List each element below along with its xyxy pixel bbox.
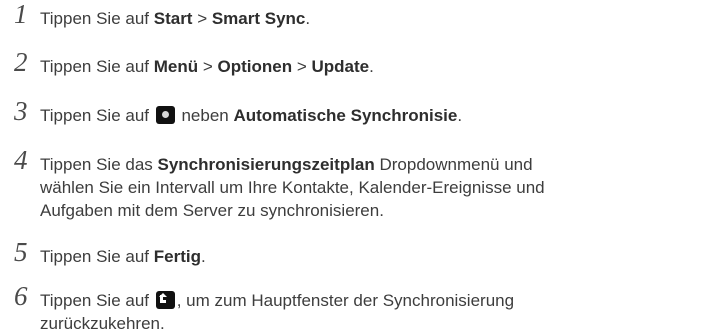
step-text: Tippen Sie auf neben Automatische Synchr…: [40, 106, 463, 125]
step-number: 4: [14, 145, 28, 175]
toggle-icon: [155, 106, 175, 124]
step-text: Tippen Sie auf Start > Smart Sync.: [40, 9, 311, 28]
menu-label: Menü: [153, 57, 199, 76]
start-menu-label: Start: [153, 9, 193, 28]
instruction-steps: 1 Tippen Sie auf Start > Smart Sync. 2 T…: [0, 0, 728, 334]
step-number: 2: [14, 47, 28, 77]
step-number: 1: [14, 0, 28, 29]
smart-sync-label: Smart Sync: [211, 9, 306, 28]
step-number: 3: [14, 96, 28, 126]
update-label: Update: [311, 57, 370, 76]
options-label: Optionen: [217, 57, 293, 76]
step-number: 6: [14, 281, 28, 311]
sync-schedule-label: Synchronisierungszeitplan: [157, 155, 375, 174]
step-text: Tippen Sie auf Menü > Optionen > Update.: [40, 57, 374, 76]
done-label: Fertig: [153, 247, 201, 266]
step-text: Tippen Sie das Synchronisierungszeitplan…: [40, 155, 545, 220]
auto-sync-label: Automatische Synchronisie: [233, 106, 458, 125]
step-number: 5: [14, 237, 28, 267]
back-icon: [155, 291, 175, 309]
step-text: Tippen Sie auf , um zum Hauptfenster der…: [40, 291, 515, 333]
step-text: Tippen Sie auf Fertig.: [40, 247, 206, 266]
